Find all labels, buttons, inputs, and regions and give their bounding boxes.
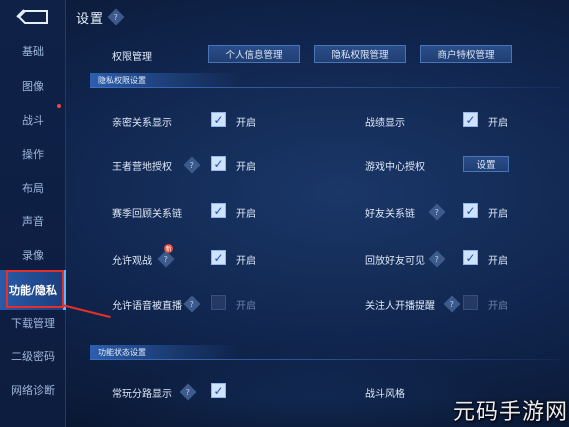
page-title: 设置 — [76, 12, 105, 27]
follow-live-reminder-checkbox[interactable]: ✓ — [463, 295, 478, 310]
section-divider — [90, 87, 560, 88]
sidebar-item-operation[interactable]: 操作 — [0, 141, 66, 167]
intimate-relation-checkbox[interactable]: ✓ — [211, 112, 226, 127]
sidebar-item-layout[interactable]: 布局 — [0, 175, 66, 201]
game-center-settings-button[interactable]: 设置 — [463, 156, 509, 172]
row-label: 亲密关系显示 — [112, 118, 172, 129]
season-review-checkbox[interactable]: ✓ — [211, 203, 226, 218]
state-label: 开启 — [488, 118, 508, 129]
row-label: 关注人开播提醒 — [365, 301, 435, 312]
row-label: 赛季回顾关系链 — [112, 209, 182, 220]
allow-spectate-checkbox[interactable]: ✓ — [211, 250, 226, 265]
camp-auth-checkbox[interactable]: ✓ — [211, 156, 226, 171]
state-label: 开启 — [488, 209, 508, 220]
row-label: 好友关系链 — [365, 209, 415, 220]
section-divider — [90, 359, 560, 360]
state-label: 开启 — [236, 301, 256, 312]
state-label: 开启 — [236, 162, 256, 173]
sidebar-item-recording[interactable]: 录像 — [0, 242, 66, 268]
sidebar-item-network[interactable]: 网络诊断 — [0, 377, 66, 403]
privacy-section-header: 隐私权限设置 — [90, 73, 240, 87]
permissions-label: 权限管理 — [112, 52, 152, 63]
state-label: 开启 — [236, 209, 256, 220]
row-label: 王者营地授权 — [112, 162, 172, 173]
row-label: 游戏中心授权 — [365, 162, 425, 173]
watermark: 元码手游网 — [452, 399, 568, 425]
voice-live-checkbox[interactable]: ✓ — [211, 295, 226, 310]
state-label: 开启 — [488, 301, 508, 312]
highlight-annotation — [6, 270, 64, 308]
sidebar-item-download[interactable]: 下载管理 — [0, 310, 66, 336]
background — [0, 0, 569, 427]
sidebar-item-password[interactable]: 二级密码 — [0, 343, 66, 369]
sidebar-item-sound[interactable]: 声音 — [0, 208, 66, 234]
state-label: 开启 — [236, 118, 256, 129]
sidebar-item-battle[interactable]: 战斗 — [0, 107, 66, 133]
sidebar-item-image[interactable]: 图像 — [0, 73, 66, 99]
privacy-permission-button[interactable]: 隐私权限管理 — [314, 45, 406, 63]
sidebar: 基础 图像 战斗 操作 布局 声音 录像 功能/隐私 下载管理 二级密码 网络诊… — [0, 0, 66, 427]
friend-relation-checkbox[interactable]: ✓ — [463, 203, 478, 218]
state-label: 开启 — [488, 256, 508, 267]
notification-dot — [57, 104, 61, 108]
back-arrow-icon[interactable] — [15, 8, 51, 26]
lane-display-checkbox[interactable]: ✓ — [211, 383, 226, 398]
header: 设置 ? — [66, 0, 569, 32]
merchant-privilege-button[interactable]: 商户特权管理 — [420, 45, 512, 63]
new-badge: 新 — [164, 244, 173, 253]
sidebar-item-basic[interactable]: 基础 — [0, 38, 66, 64]
feature-section-header: 功能状态设置 — [90, 345, 240, 359]
row-label: 回放好友可见 — [365, 256, 425, 267]
help-icon[interactable]: ? — [107, 8, 125, 26]
personal-info-button[interactable]: 个人信息管理 — [208, 45, 300, 63]
replay-visible-checkbox[interactable]: ✓ — [463, 250, 478, 265]
row-label: 允许语音被直播 — [112, 301, 182, 312]
row-label: 允许观战 — [112, 256, 152, 267]
record-display-checkbox[interactable]: ✓ — [463, 112, 478, 127]
row-label: 战绩显示 — [365, 118, 405, 129]
state-label: 开启 — [236, 256, 256, 267]
